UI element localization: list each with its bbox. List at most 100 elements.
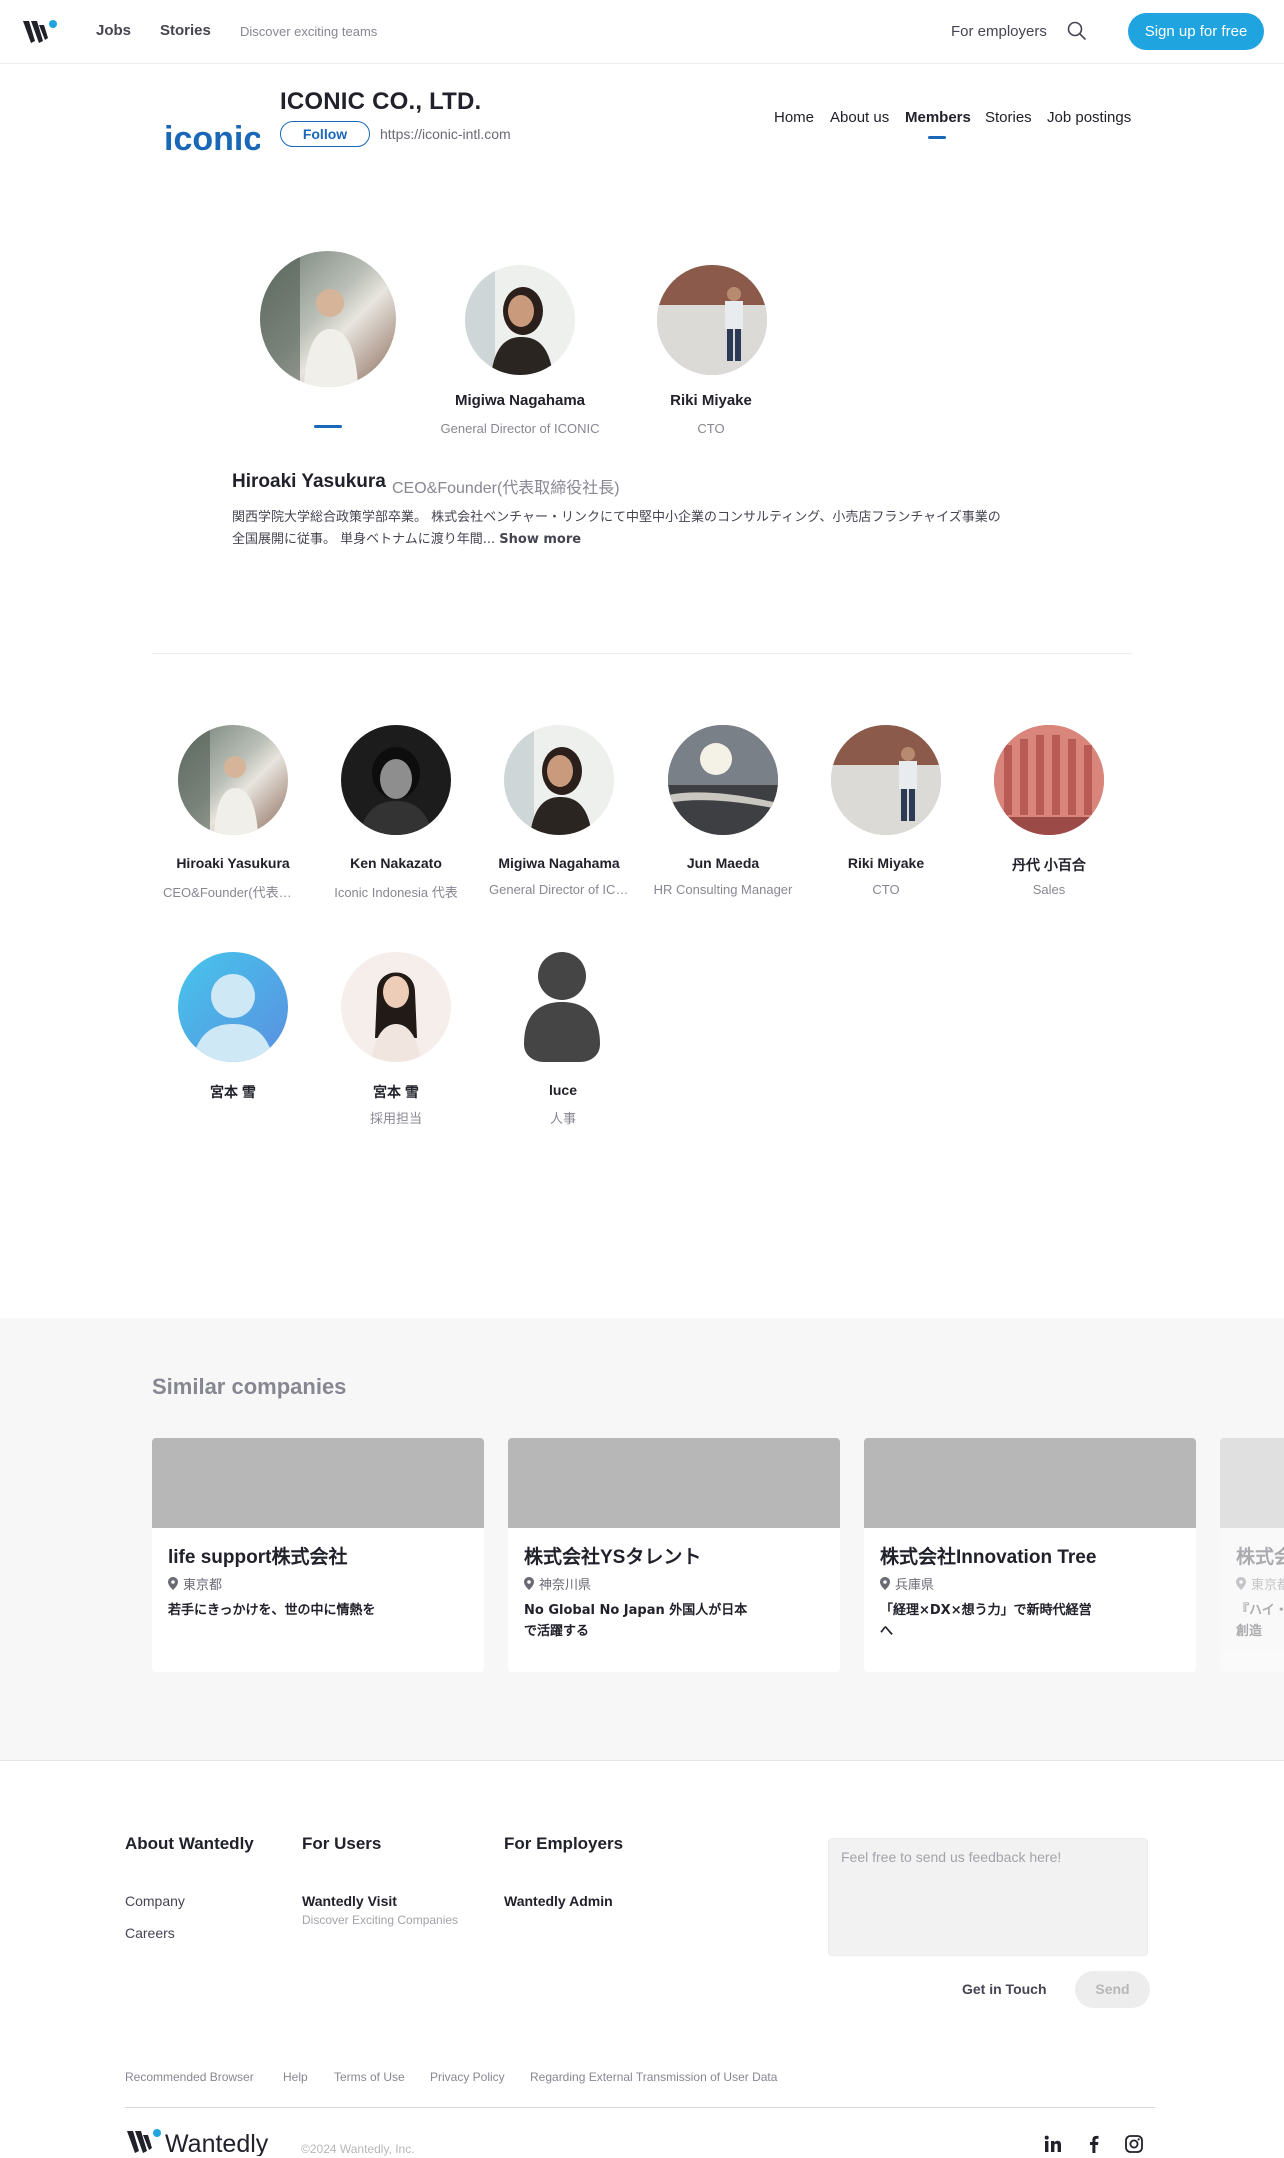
member-avatar[interactable] (178, 725, 288, 835)
member-name[interactable]: Riki Miyake (806, 855, 966, 871)
member-name[interactable]: Hiroaki Yasukura (153, 855, 313, 871)
member-avatar[interactable] (994, 725, 1104, 835)
facebook-icon[interactable] (1084, 2134, 1104, 2154)
company-card-location: 兵庫県 (880, 1574, 934, 1593)
company-cover-image (508, 1438, 840, 1528)
legal-help-link[interactable]: Help (283, 2070, 308, 2084)
footer-wantedly-admin-link[interactable]: Wantedly Admin (504, 1893, 613, 1909)
featured-member-role: CTO (697, 421, 725, 436)
featured-member-avatar[interactable] (657, 265, 767, 375)
wantedly-brand-logo[interactable]: Wantedly (125, 2126, 285, 2156)
featured-member-avatar[interactable] (260, 251, 396, 387)
bio-line: 全国展開に従事。 単身ベトナムに渡り年間... (232, 532, 496, 547)
company-card-description: 『ハイ・ 創造 (1236, 1600, 1284, 1642)
footer-careers-link[interactable]: Careers (125, 1925, 175, 1941)
member-name[interactable]: 宮本 雪 (153, 1082, 313, 1102)
signup-button[interactable]: Sign up for free (1128, 13, 1264, 50)
linkedin-icon[interactable] (1043, 2134, 1063, 2154)
company-logo[interactable]: iconic (164, 118, 260, 158)
location-pin-icon (1236, 1577, 1246, 1590)
tab-home[interactable]: Home (774, 109, 814, 126)
footer-employers-title: For Employers (504, 1834, 624, 1853)
featured-member-role: General Director of ICONIC (440, 421, 600, 436)
wantedly-brand-text: Wantedly (165, 2130, 269, 2156)
company-url-link[interactable]: https://iconic-intl.com (380, 126, 511, 142)
description-line: No Global No Japan 外国人が日本 (524, 1603, 748, 1618)
global-header: Jobs Stories Discover exciting teams For… (0, 0, 1284, 64)
featured-member-name[interactable]: Migiwa Nagahama (425, 392, 615, 409)
person-photo-icon (657, 265, 767, 375)
member-avatar[interactable] (504, 725, 614, 835)
company-cover-image (152, 1438, 484, 1528)
company-card-location: 東京都 (168, 1574, 222, 1593)
default-user-icon (524, 952, 600, 1062)
company-card-location: 東京都 (1236, 1574, 1284, 1593)
company-card[interactable]: 株式会社 東京都 『ハイ・ 創造 (1220, 1438, 1284, 1672)
for-employers-link[interactable]: For employers (951, 23, 1047, 40)
member-avatar[interactable] (668, 725, 778, 835)
description-line: 若手にきっかけを、世の中に情熱を (168, 1603, 376, 1618)
featured-member-avatar[interactable] (465, 265, 575, 375)
member-avatar[interactable] (831, 725, 941, 835)
show-more-link[interactable]: Show more (499, 532, 581, 547)
feedback-textarea[interactable] (828, 1838, 1148, 1956)
description-line: 『ハイ・ (1236, 1603, 1284, 1618)
company-card[interactable]: 株式会社YSタレント 神奈川県 No Global No Japan 外国人が日… (508, 1438, 840, 1672)
footer-users-subtitle: Discover Exciting Companies (302, 1913, 459, 1927)
search-icon[interactable] (1066, 20, 1088, 42)
footer-divider (125, 2107, 1155, 2108)
tab-members[interactable]: Members (905, 109, 971, 126)
tab-about-us[interactable]: About us (830, 109, 889, 126)
description-line: 創造 (1236, 1624, 1263, 1639)
footer-company-link[interactable]: Company (125, 1893, 185, 1909)
company-logo-text: iconic (164, 120, 260, 158)
section-divider (152, 653, 1132, 654)
get-in-touch-link[interactable]: Get in Touch (962, 1981, 1047, 1997)
tab-job-postings[interactable]: Job postings (1047, 109, 1131, 126)
building-photo-icon (994, 725, 1104, 835)
member-avatar[interactable] (341, 952, 451, 1062)
featured-member-name[interactable]: Riki Miyake (616, 392, 806, 409)
instagram-icon[interactable] (1124, 2134, 1144, 2154)
location-text: 兵庫県 (895, 1578, 935, 1593)
member-role: CTO (872, 882, 900, 897)
legal-recommended-browser-link[interactable]: Recommended Browser (125, 2070, 254, 2084)
nav-discover-teams[interactable]: Discover exciting teams (240, 24, 377, 39)
nav-stories[interactable]: Stories (160, 22, 211, 39)
footer-wantedly-visit-link[interactable]: Wantedly Visit (302, 1893, 397, 1909)
company-card[interactable]: 株式会社Innovation Tree 兵庫県 「経理×DX×想う力」で新時代経… (864, 1438, 1196, 1672)
member-name[interactable]: 宮本 雪 (316, 1082, 476, 1102)
person-photo-icon (371, 972, 421, 1062)
company-card-name: 株式会社Innovation Tree (880, 1547, 1097, 1568)
location-pin-icon (880, 1577, 890, 1590)
nav-jobs[interactable]: Jobs (96, 22, 131, 39)
company-card-name: life support株式会社 (168, 1547, 348, 1568)
member-name[interactable]: Jun Maeda (643, 855, 803, 871)
person-photo-icon (831, 725, 941, 835)
member-avatar[interactable] (341, 725, 451, 835)
selected-member-name[interactable]: Hiroaki Yasukura (232, 471, 386, 493)
tab-stories[interactable]: Stories (985, 109, 1032, 126)
legal-terms-link[interactable]: Terms of Use (334, 2070, 405, 2084)
person-photo-icon (359, 747, 433, 835)
member-name[interactable]: Ken Nakazato (316, 855, 476, 871)
legal-external-transmission-link[interactable]: Regarding External Transmission of User … (530, 2070, 777, 2084)
company-card-name: 株式会社YSタレント (524, 1547, 702, 1568)
landscape-photo-icon (668, 725, 778, 835)
member-name[interactable]: Migiwa Nagahama (479, 855, 639, 871)
location-pin-icon (168, 1577, 178, 1590)
person-photo-icon (178, 725, 258, 835)
member-name[interactable]: 丹代 小百合 (969, 855, 1129, 875)
featured-selected-indicator (314, 425, 342, 428)
member-avatar[interactable] (504, 952, 614, 1062)
active-tab-indicator (928, 136, 946, 139)
member-name[interactable]: luce (483, 1082, 643, 1098)
member-role: 採用担当 (369, 1111, 422, 1126)
wantedly-logo-icon[interactable] (22, 18, 58, 46)
member-avatar[interactable] (178, 952, 288, 1062)
send-feedback-button[interactable]: Send (1075, 1971, 1150, 2008)
company-card-description: 「経理×DX×想う力」で新時代経営 へ (880, 1600, 1110, 1642)
follow-button[interactable]: Follow (280, 121, 370, 147)
company-card[interactable]: life support株式会社 東京都 若手にきっかけを、世の中に情熱を (152, 1438, 484, 1672)
legal-privacy-link[interactable]: Privacy Policy (430, 2070, 505, 2084)
